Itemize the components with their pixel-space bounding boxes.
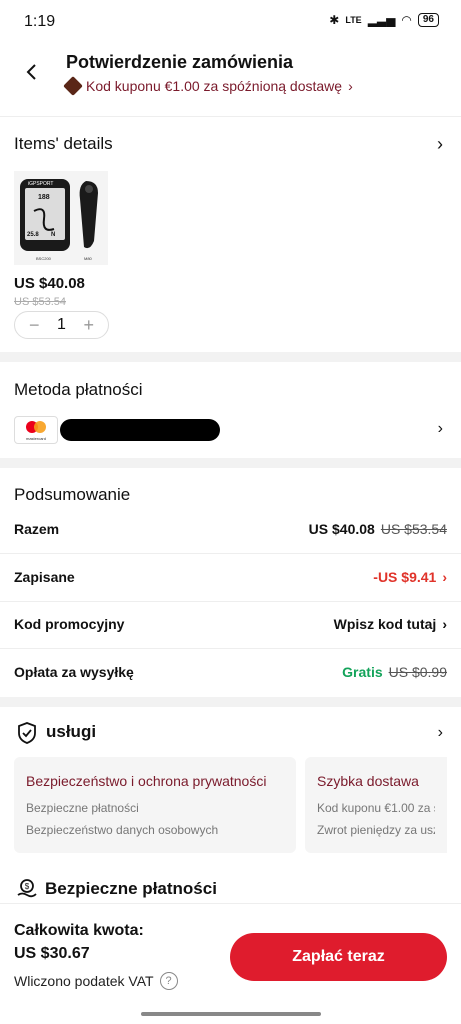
wifi-icon: ◠	[401, 13, 412, 27]
back-arrow-icon[interactable]	[20, 60, 44, 84]
model-left-label: BSC200	[36, 256, 52, 261]
items-chevron-icon[interactable]: ›	[437, 134, 443, 155]
services-section-title: usługi	[46, 722, 97, 741]
shield-check-icon	[18, 722, 36, 744]
bluetooth-icon: ✱	[329, 13, 340, 27]
service-card-title: Bezpieczeństwo i ochrona prywatności	[26, 773, 267, 789]
service-card-title: Szybka dostawa	[317, 773, 419, 789]
redacted-card-number	[60, 419, 220, 441]
status-time: 1:19	[24, 13, 56, 30]
signal-icon: ▂▃▅	[367, 13, 396, 27]
summary-section-title: Podsumowanie	[14, 485, 131, 504]
secure-payments-title: Bezpieczne płatności	[45, 879, 217, 898]
service-card-line: Bezpieczne płatności	[26, 801, 139, 815]
pay-now-button[interactable]: Zapłać teraz	[230, 933, 447, 981]
help-icon[interactable]: ?	[159, 972, 178, 990]
row-label: Razem	[14, 521, 60, 537]
svg-text:$: $	[25, 882, 30, 891]
summary-row-total: Razem US $40.08 US $53.54	[0, 506, 461, 554]
vat-note: Wliczono podatek VAT ?	[14, 972, 178, 990]
product-price: US $40.08	[14, 275, 85, 292]
lte-icon: LTE	[345, 14, 362, 25]
chevron-right-icon: ›	[442, 569, 447, 585]
payment-chevron-icon[interactable]: ›	[438, 420, 443, 438]
coupon-text: Kod kuponu €1.00 za spóźnioną dostawę	[86, 78, 343, 94]
coupon-banner[interactable]: Kod kuponu €1.00 za spóźnioną dostawę ›	[63, 76, 353, 96]
section-separator	[0, 697, 461, 707]
services-chevron-icon[interactable]: ›	[438, 724, 443, 742]
quantity-value: 1	[57, 316, 66, 333]
screen-distance-label: 25.8	[27, 232, 39, 238]
chevron-right-icon: ›	[348, 78, 353, 94]
row-label: Zapisane	[14, 569, 75, 585]
model-right-label: M80	[84, 256, 93, 261]
status-icons: ✱ LTE ▂▃▅ ◠ 96	[329, 13, 439, 27]
service-card-delivery[interactable]: Szybka dostawa Kod kuponu €1.00 za s Zwr…	[305, 757, 447, 853]
mastercard-icon[interactable]: mastercard	[14, 416, 58, 444]
screen-speed-label: 188	[38, 194, 50, 201]
service-card-line: Kod kuponu €1.00 za s	[317, 801, 435, 815]
section-separator	[0, 352, 461, 362]
row-old-value: US $53.54	[380, 521, 447, 537]
row-value: Gratis	[342, 664, 383, 680]
service-card-privacy[interactable]: Bezpieczeństwo i ochrona prywatności Bez…	[14, 757, 296, 853]
screen-heading-label: N	[51, 232, 55, 238]
page-header: Potwierdzenie zamówienia Kod kuponu €1.0…	[0, 46, 461, 112]
section-separator	[0, 458, 461, 468]
increase-button[interactable]: +	[83, 315, 94, 336]
summary-row-shipping: Opłata za wysyłkę Gratis US $0.99	[0, 649, 461, 697]
home-indicator[interactable]	[141, 1012, 321, 1016]
product-old-price: US $53.54	[14, 296, 66, 308]
promo-code-input[interactable]: Wpisz kod tutaj	[334, 616, 437, 632]
page-title: Potwierdzenie zamówienia	[66, 52, 294, 72]
service-card-line: Bezpieczeństwo danych osobowych	[26, 823, 219, 837]
battery-icon: 96	[417, 13, 439, 27]
divider	[0, 116, 461, 117]
secure-payment-icon: $	[17, 879, 37, 898]
status-bar: 1:19 ✱ LTE ▂▃▅ ◠ 96	[0, 0, 461, 44]
row-value: -US $9.41	[373, 569, 437, 585]
total-value: US $30.67	[14, 945, 90, 962]
card-brand-label: mastercard	[26, 436, 46, 441]
coupon-box-icon	[63, 76, 83, 96]
vat-text: Wliczono podatek VAT	[14, 973, 154, 989]
summary-row-promo[interactable]: Kod promocyjny Wpisz kod tutaj ›	[0, 601, 461, 649]
summary-row-saved[interactable]: Zapisane -US $9.41 ›	[0, 554, 461, 602]
chevron-right-icon: ›	[442, 616, 447, 632]
service-card-line: Zwrot pieniędzy za uszl	[317, 823, 435, 837]
screen-brand-label: iGPSPORT	[28, 181, 53, 187]
decrease-button[interactable]: −	[29, 315, 40, 336]
checkout-footer: Całkowita kwota: US $30.67 Wliczono poda…	[0, 903, 461, 1024]
product-image[interactable]: iGPSPORT 188 25.8 N BSC200 M80	[14, 171, 108, 265]
row-label: Kod promocyjny	[14, 616, 125, 632]
total-label: Całkowita kwota:	[14, 922, 144, 939]
row-old-value: US $0.99	[388, 664, 447, 680]
row-value: US $40.08	[308, 521, 375, 537]
row-label: Opłata za wysyłkę	[14, 664, 134, 680]
payment-section-title: Metoda płatności	[14, 380, 143, 399]
quantity-stepper: − 1 +	[14, 311, 109, 339]
items-section-title: Items' details	[14, 134, 113, 153]
